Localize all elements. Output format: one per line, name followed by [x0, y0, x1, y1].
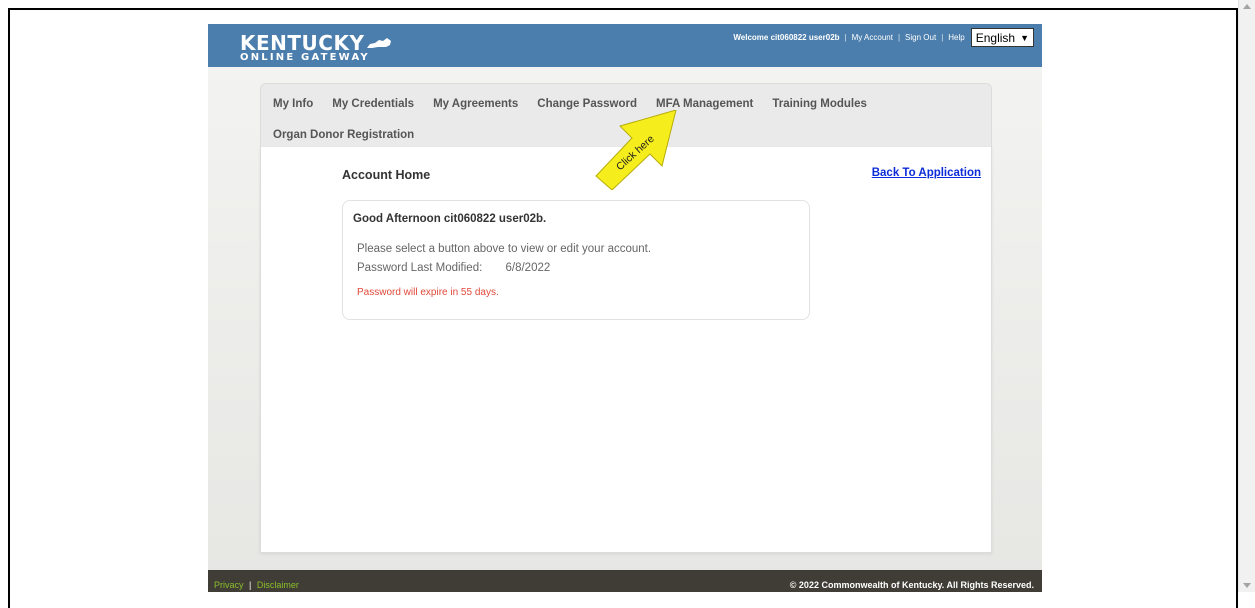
my-account-link[interactable]: My Account — [852, 33, 893, 42]
help-link[interactable]: Help — [948, 33, 964, 42]
scroll-up-arrow-icon[interactable] — [1243, 4, 1251, 9]
header-separator: | — [941, 33, 944, 42]
tab-organ-donor-registration[interactable]: Organ Donor Registration — [273, 129, 414, 141]
disclaimer-link[interactable]: Disclaimer — [257, 580, 299, 590]
main-content-panel: Account Home Back To Application Good Af… — [260, 147, 992, 553]
tab-my-info[interactable]: My Info — [273, 98, 313, 110]
nav-row: My Info My Credentials My Agreements Cha… — [273, 98, 886, 110]
welcome-text: Welcome cit060822 user02b — [733, 33, 840, 42]
password-modified-row: Password Last Modified: 6/8/2022 — [357, 262, 550, 274]
footer-links: Privacy | Disclaimer — [214, 580, 299, 590]
password-modified-label: Password Last Modified: — [357, 262, 483, 274]
tab-training-modules[interactable]: Training Modules — [772, 98, 867, 110]
vertical-scrollbar[interactable] — [1238, 0, 1255, 592]
header-separator: | — [897, 33, 901, 42]
logo-text-online-gateway: ONLINE GATEWAY — [240, 52, 370, 63]
tab-my-credentials[interactable]: My Credentials — [332, 98, 414, 110]
site-footer: Privacy | Disclaimer © 2022 Commonwealth… — [208, 570, 1042, 592]
tab-my-agreements[interactable]: My Agreements — [433, 98, 518, 110]
language-select[interactable]: English ▼ — [970, 28, 1034, 47]
tab-mfa-management[interactable]: MFA Management — [656, 98, 753, 110]
language-select-value: English — [975, 30, 1016, 45]
kentucky-state-shape-icon — [367, 38, 392, 48]
footer-separator: | — [249, 580, 252, 590]
page-title: Account Home — [342, 168, 431, 182]
tab-change-password[interactable]: Change Password — [537, 98, 637, 110]
header-separator: | — [844, 33, 847, 42]
password-modified-date: 6/8/2022 — [505, 262, 551, 274]
password-expire-warning: Password will expire in 55 days. — [357, 287, 499, 298]
kentucky-logo[interactable]: KENTUCKY ONLINE GATEWAY — [240, 31, 392, 64]
chevron-down-icon: ▼ — [1020, 32, 1029, 43]
instruction-text: Please select a button above to view or … — [357, 243, 652, 255]
site-header: KENTUCKY ONLINE GATEWAY Welcome cit06082… — [208, 24, 1042, 67]
greeting-text: Good Afternoon cit060822 user02b. — [353, 213, 547, 225]
nav-row: Organ Donor Registration — [273, 129, 433, 141]
account-summary-card: Good Afternoon cit060822 user02b. Please… — [342, 200, 810, 320]
privacy-link[interactable]: Privacy — [214, 580, 244, 590]
copyright-text: © 2022 Commonwealth of Kentucky. All Rig… — [789, 580, 1034, 590]
sign-out-link[interactable]: Sign Out — [905, 33, 936, 42]
header-links: Welcome cit060822 user02b | My Account |… — [733, 28, 1034, 47]
logo-text-kentucky: KENTUCKY — [240, 31, 365, 55]
back-to-application-link[interactable]: Back To Application — [872, 167, 981, 179]
scroll-down-arrow-icon[interactable] — [1243, 583, 1251, 588]
